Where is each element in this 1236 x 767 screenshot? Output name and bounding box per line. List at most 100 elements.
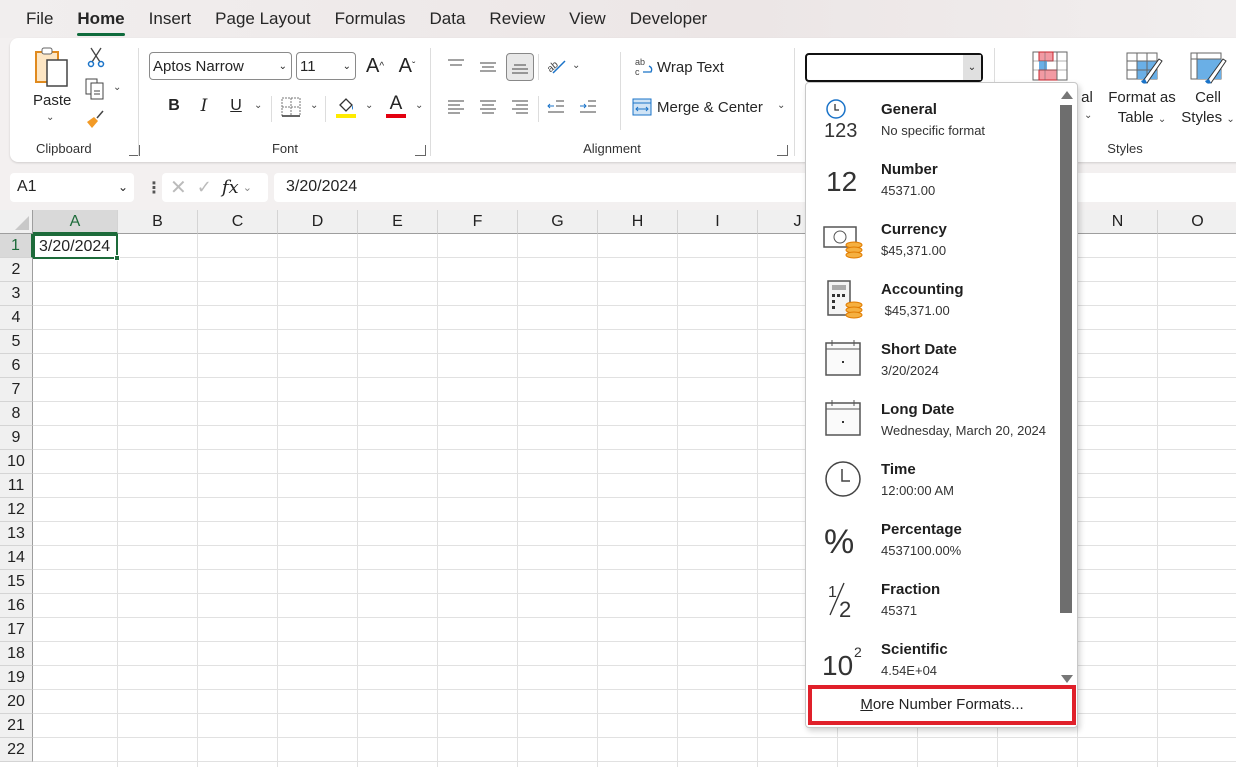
row-header-4[interactable]: 4 — [0, 306, 33, 330]
row-header-5[interactable]: 5 — [0, 330, 33, 354]
row-header-14[interactable]: 14 — [0, 546, 33, 570]
cancel-icon[interactable]: ✕ — [170, 175, 187, 200]
column-header-n[interactable]: N — [1078, 210, 1158, 234]
tab-review[interactable]: Review — [489, 9, 545, 29]
fill-handle[interactable] — [114, 255, 120, 261]
cell-a1[interactable]: 3/20/2024 — [33, 234, 120, 261]
row-header-3[interactable]: 3 — [0, 282, 33, 306]
cell-styles-icon[interactable] — [1188, 50, 1228, 86]
row-header-20[interactable]: 20 — [0, 690, 33, 714]
font-name-select[interactable]: Aptos Narrow ⌄ — [149, 52, 292, 80]
format-option-accounting[interactable]: Accounting $45,371.00 — [806, 267, 1056, 327]
row-header-12[interactable]: 12 — [0, 498, 33, 522]
row-header-21[interactable]: 21 — [0, 714, 33, 738]
row-header-9[interactable]: 9 — [0, 426, 33, 450]
row-header-19[interactable]: 19 — [0, 666, 33, 690]
column-header-d[interactable]: D — [278, 210, 358, 234]
row-header-16[interactable]: 16 — [0, 594, 33, 618]
decrease-font-size-button[interactable]: Aˇ — [396, 54, 418, 78]
row-header-1[interactable]: 1 — [0, 234, 33, 258]
column-header-e[interactable]: E — [358, 210, 438, 234]
paste-button[interactable]: Paste — [33, 92, 71, 109]
format-option-long-date[interactable]: Long Date Wednesday, March 20, 2024 — [806, 387, 1056, 447]
tab-formulas[interactable]: Formulas — [335, 9, 406, 29]
merge-center-icon[interactable] — [630, 96, 654, 118]
row-header-6[interactable]: 6 — [0, 354, 33, 378]
row-header-17[interactable]: 17 — [0, 618, 33, 642]
align-middle-icon[interactable] — [476, 56, 500, 78]
row-header-22[interactable]: 22 — [0, 738, 33, 762]
merge-center-dropdown-icon[interactable]: ⌄ — [777, 100, 785, 111]
row-header-10[interactable]: 10 — [0, 450, 33, 474]
chevron-down-icon[interactable]: ⌄ — [243, 181, 252, 194]
format-option-time[interactable]: Time 12:00:00 AM — [806, 447, 1056, 507]
format-option-percentage[interactable]: % Percentage 4537100.00% — [806, 507, 1056, 567]
align-right-icon[interactable] — [508, 96, 532, 118]
format-as-table-icon[interactable] — [1124, 50, 1164, 86]
scroll-up-icon[interactable] — [1061, 91, 1073, 99]
column-header-g[interactable]: G — [518, 210, 598, 234]
tab-view[interactable]: View — [569, 9, 606, 29]
row-header-15[interactable]: 15 — [0, 570, 33, 594]
format-as-table-button[interactable]: Format as Table ⌄ — [1106, 88, 1178, 130]
insert-function-button[interactable]: fx — [222, 177, 239, 198]
row-header-11[interactable]: 11 — [0, 474, 33, 498]
conditional-formatting-icon[interactable] — [1032, 50, 1068, 82]
format-option-scientific[interactable]: 10 2 Scientific 4.54E+04 — [806, 627, 1056, 687]
format-option-general[interactable]: 123 General No specific format — [806, 87, 1056, 147]
tab-developer[interactable]: Developer — [630, 9, 708, 29]
format-option-currency[interactable]: Currency $45,371.00 — [806, 207, 1056, 267]
conditional-formatting-button[interactable]: al — [1080, 88, 1094, 108]
row-header-7[interactable]: 7 — [0, 378, 33, 402]
fill-color-dropdown-icon[interactable]: ⌄ — [365, 100, 373, 111]
align-bottom-button[interactable] — [506, 53, 534, 81]
font-color-dropdown-icon[interactable]: ⌄ — [415, 100, 423, 111]
enter-icon[interactable]: ✓ — [197, 177, 212, 198]
orientation-dropdown-icon[interactable]: ⌄ — [572, 60, 580, 71]
row-header-8[interactable]: 8 — [0, 402, 33, 426]
more-options-icon[interactable]: ⋮ — [146, 178, 162, 198]
row-header-2[interactable]: 2 — [0, 258, 33, 282]
tab-insert[interactable]: Insert — [149, 9, 192, 29]
scroll-down-icon[interactable] — [1061, 675, 1073, 683]
orientation-icon[interactable]: ab — [544, 54, 568, 78]
merge-center-button[interactable]: Merge & Center — [657, 99, 763, 116]
tab-data[interactable]: Data — [430, 9, 466, 29]
number-format-select[interactable]: ⌄ — [805, 53, 983, 82]
format-painter-icon[interactable] — [84, 108, 106, 130]
tab-file[interactable]: File — [26, 9, 53, 29]
decrease-indent-icon[interactable] — [544, 96, 568, 118]
tab-home[interactable]: Home — [77, 9, 125, 36]
row-header-18[interactable]: 18 — [0, 642, 33, 666]
copy-dropdown-icon[interactable]: ⌄ — [113, 82, 121, 93]
formula-input[interactable]: 3/20/2024 — [274, 173, 1236, 202]
scroll-thumb[interactable] — [1060, 105, 1072, 613]
paste-icon[interactable] — [32, 46, 72, 90]
format-option-fraction[interactable]: 1 2 Fraction 45371 — [806, 567, 1056, 627]
underline-button[interactable]: U — [228, 94, 244, 118]
name-box[interactable]: A1 ⌄ — [10, 173, 134, 202]
cut-icon[interactable] — [86, 46, 106, 68]
row-header-13[interactable]: 13 — [0, 522, 33, 546]
fill-color-button[interactable] — [334, 94, 358, 120]
dropdown-scrollbar[interactable] — [1057, 87, 1075, 683]
conditional-formatting-dropdown-icon[interactable]: ⌄ — [1084, 110, 1092, 121]
alignment-launcher-icon[interactable] — [777, 145, 788, 156]
wrap-text-button[interactable]: Wrap Text — [657, 59, 724, 76]
wrap-text-icon[interactable]: ab c — [632, 54, 656, 80]
column-header-b[interactable]: B — [118, 210, 198, 234]
tab-page-layout[interactable]: Page Layout — [215, 9, 310, 29]
font-size-select[interactable]: 11 ⌄ — [296, 52, 356, 80]
bold-button[interactable]: B — [166, 94, 182, 118]
column-header-a[interactable]: A — [33, 210, 118, 234]
increase-indent-icon[interactable] — [576, 96, 600, 118]
font-color-button[interactable]: A — [384, 92, 408, 120]
more-number-formats-button[interactable]: More Number Formats... — [808, 685, 1076, 725]
align-top-icon[interactable] — [444, 54, 468, 76]
copy-icon[interactable] — [84, 78, 106, 100]
underline-dropdown-icon[interactable]: ⌄ — [254, 100, 262, 111]
increase-font-size-button[interactable]: A ^ — [364, 54, 386, 78]
column-header-i[interactable]: I — [678, 210, 758, 234]
italic-button[interactable]: I — [196, 94, 212, 118]
align-left-icon[interactable] — [444, 96, 468, 118]
